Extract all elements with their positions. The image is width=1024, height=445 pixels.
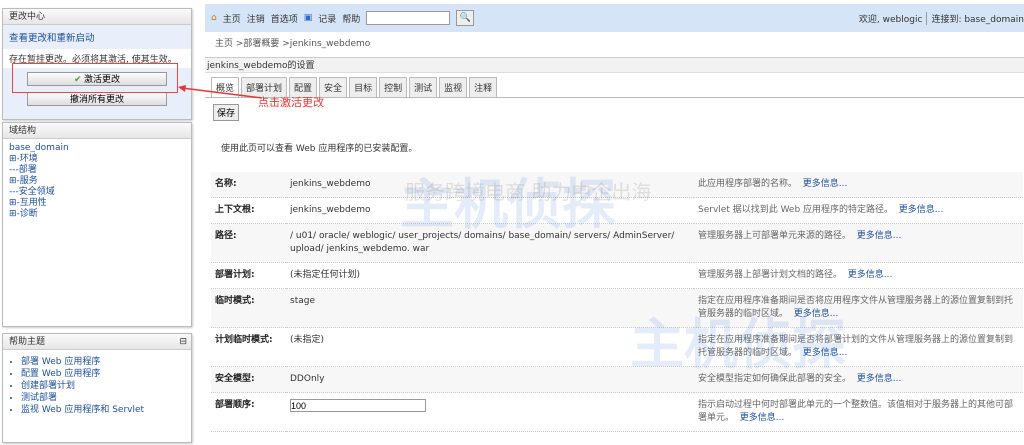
table-row: 计划临时模式: (未指定) 指定在应用程序准备期间是否将部署计划的文件从管理服务器上… [211,327,1023,367]
more-info-link[interactable]: 更多信息... [803,348,848,358]
collapse-icon[interactable]: ⊟ [179,334,187,349]
change-center-title: 更改中心 [3,9,191,25]
table-row: 部署计划: (未指定任何计划) 管理服务器上部署计划文档的路径。 更多信息... [211,262,1023,289]
annotation-arrow [178,85,263,99]
help-link[interactable]: 创建部署计划 [21,380,191,392]
table-row: 临时模式: stage 指定在应用程序准备期间是否将应用程序文件从管理服务器上的源位… [211,288,1023,328]
annotation-highlight-box [12,63,178,93]
more-info-link[interactable]: 更多信息... [740,413,785,423]
help-title: 帮助主题 [9,337,46,347]
setting-description: 安全模型指定如何确保此部署的安全。 [698,374,852,384]
setting-value: / u01/ oracle/ weblogic/ user_projects/ … [290,231,675,254]
table-row: 路径: / u01/ oracle/ weblogic/ user_project… [211,223,1023,263]
setting-label: 安全模型: [211,366,286,393]
settings-table: 名称: jenkins_webdemo 此应用程序部署的名称。 更多信息... 上下文… [211,172,1023,432]
more-info-link[interactable]: 更多信息... [803,179,848,189]
help-link-top[interactable]: 帮助 [342,12,360,25]
more-info-link[interactable]: 更多信息... [857,231,902,241]
top-toolbar: ⌂ 主页 注销 首选项 ▣ 记录 帮助 🔍 欢迎, weblogic 连接到: … [205,4,1024,32]
more-info-link[interactable]: 更多信息... [899,205,944,215]
setting-label: 部署计划: [211,262,286,289]
tree-item-interoperability[interactable]: ⊞-互用性 [9,198,185,209]
tab-monitoring[interactable]: 监视 [439,77,468,97]
tab-bar: 概览 部署计划 配置 安全 目标 控制 测试 监视 注释 [205,73,1024,98]
setting-value: stage [290,296,315,306]
tree-root[interactable]: base_domain [9,143,185,154]
tab-targets[interactable]: 目标 [349,77,378,97]
undo-all-changes-button[interactable]: 撤消所有更改 [27,92,167,106]
more-info-link[interactable]: 更多信息... [794,309,839,319]
connected-text: 连接到: base_domain [926,11,1024,25]
tab-control[interactable]: 控制 [379,77,408,97]
help-link[interactable]: 监视 Web 应用程序和 Servlet [21,404,191,416]
setting-description: 指定在应用程序准备期间是否将应用程序文件从管理服务器上的源位置复制到托管服务器的… [698,296,1014,319]
setting-value: (未指定任何计划) [290,270,361,280]
tree-item-deployments[interactable]: ---部署 [9,165,185,176]
page-description: 使用此页可以查看 Web 应用程序的已安装配置。 [221,144,418,154]
setting-description: 管理服务器上部署计划文档的路径。 [698,270,843,280]
more-info-link[interactable]: 更多信息... [857,374,902,384]
save-button[interactable]: 保存 [213,104,240,121]
search-button[interactable]: 🔍 [456,10,475,26]
setting-label: 路径: [211,223,286,263]
logout-link[interactable]: 注销 [247,12,265,25]
tab-testing[interactable]: 测试 [409,77,438,97]
help-link[interactable]: 部署 Web 应用程序 [21,356,191,368]
setting-label: 名称: [211,172,286,198]
tree-item-diagnostics[interactable]: ⊞-诊断 [9,209,185,220]
setting-description: 指定在应用程序准备期间是否将部署计划的文件从管理服务器上的源位置复制到托管服务器… [698,335,1014,358]
home-link[interactable]: 主页 [223,12,241,25]
setting-value: DDOnly [290,374,325,384]
setting-value: (未指定) [290,335,325,345]
domain-structure-panel: 域结构 base_domain ⊞-环境 ---部署 ⊞-服务 ---安全领域 … [2,122,192,327]
setting-label: 部署顺序: [211,392,286,432]
tree-item-security-realms[interactable]: ---安全领域 [9,187,185,198]
tree-item-services[interactable]: ⊞-服务 [9,176,185,187]
record-icon: ▣ [303,13,313,23]
breadcrumb[interactable]: 主页 >部署概要 >jenkins_webdemo [205,32,1024,53]
table-row: 安全模型: DDOnly 安全模型指定如何确保此部署的安全。 更多信息... [211,366,1023,393]
home-icon: ⌂ [211,13,217,23]
tab-notes[interactable]: 注释 [469,77,498,97]
setting-description: 管理服务器上可部署单元来源的路径。 [698,231,852,241]
setting-value: jenkins_webdemo [290,179,371,189]
more-info-link[interactable]: 更多信息... [848,270,893,280]
setting-label: 计划临时模式: [211,327,286,367]
tree-item-environment[interactable]: ⊞-环境 [9,154,185,165]
search-input[interactable] [366,11,451,25]
setting-value: jenkins_webdemo [290,205,371,215]
help-topics-panel: 帮助主题 ⊟ 部署 Web 应用程序 配置 Web 应用程序 创建部署计划 测试部… [2,333,192,443]
help-link[interactable]: 配置 Web 应用程序 [21,368,191,380]
setting-description: Servlet 据以找到此 Web 应用程序的特定路径。 [698,205,894,215]
setting-description: 此应用程序部署的名称。 [698,179,798,189]
preferences-link[interactable]: 首选项 [271,12,298,25]
view-changes-link[interactable]: 查看更改和重新启动 [3,25,191,49]
annotation-text: 点击激活更改 [258,96,324,109]
page-title: jenkins_webdemo的设置 [205,57,1024,73]
deployment-order-input[interactable] [290,399,426,412]
setting-label: 临时模式: [211,288,286,328]
table-row: 部署顺序:指示启动过程中何时部署此单元的一个整数值。该值相对于服务器上的其他可部… [211,392,1023,432]
setting-label: 上下文根: [211,197,286,224]
record-link[interactable]: 记录 [318,12,336,25]
table-row: 上下文根: jenkins_webdemo Servlet 据以找到此 Web 应用… [211,197,1023,224]
search-icon: 🔍 [459,13,471,23]
domain-structure-title: 域结构 [3,123,191,139]
table-row: 名称: jenkins_webdemo 此应用程序部署的名称。 更多信息... [211,172,1023,198]
welcome-text: 欢迎, weblogic [858,14,923,25]
help-link[interactable]: 测试部署 [21,392,191,404]
main-content: ⌂ 主页 注销 首选项 ▣ 记录 帮助 🔍 欢迎, weblogic 连接到: … [205,0,1024,432]
